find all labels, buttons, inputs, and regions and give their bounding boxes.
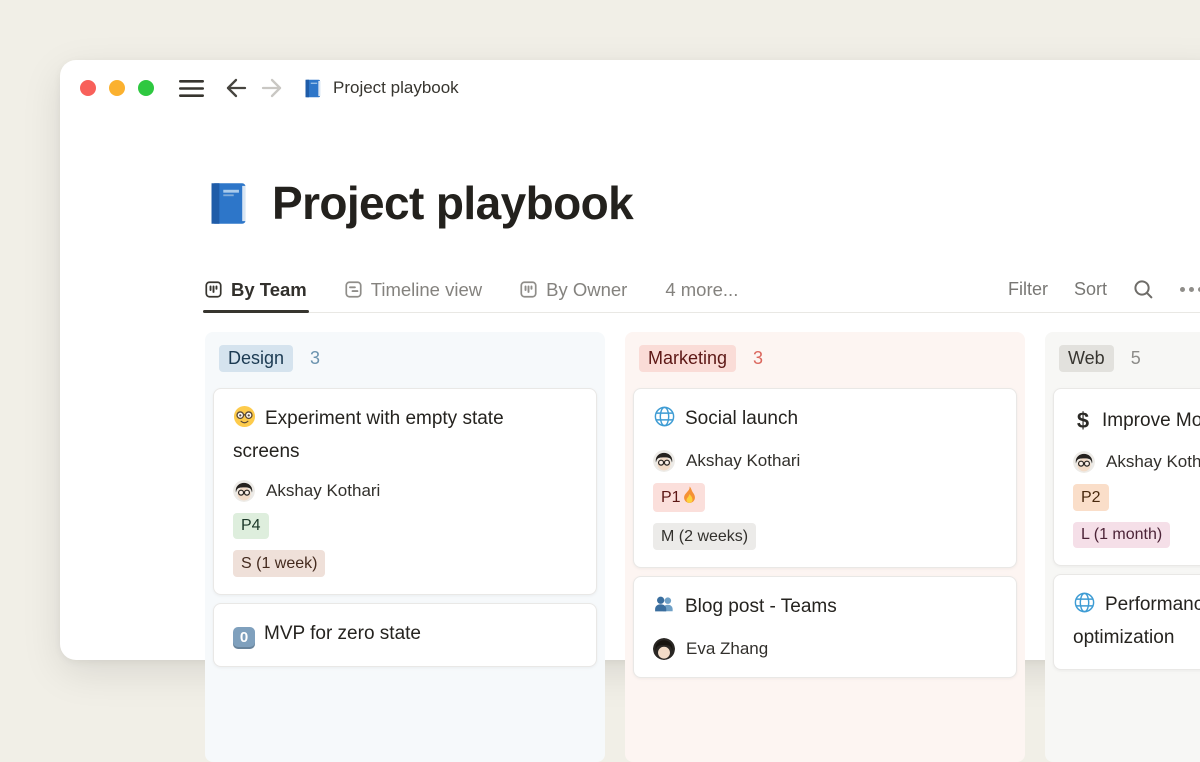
- column-name-pill: Marketing: [639, 345, 736, 372]
- filter-button[interactable]: Filter: [1008, 279, 1048, 300]
- page-title: Project playbook: [272, 176, 633, 230]
- size-tag: L (1 month): [1073, 522, 1170, 549]
- tab-label: Timeline view: [371, 279, 482, 301]
- zoom-window-button[interactable]: [138, 80, 154, 96]
- column-name-pill: Web: [1059, 345, 1114, 372]
- owner-name: Akshay Kothari: [1106, 452, 1200, 472]
- column-count: 3: [310, 348, 320, 369]
- avatar: [233, 480, 255, 502]
- board-view-icon: [520, 281, 537, 298]
- card-owner: Eva Zhang: [653, 638, 997, 660]
- column-web: Web 5 $Improve Mo: [1045, 332, 1200, 762]
- avatar: [653, 638, 675, 660]
- card-title: $Improve Mo: [1073, 404, 1200, 438]
- column-count: 5: [1131, 348, 1141, 369]
- view-controls: Filter Sort: [1008, 267, 1200, 312]
- sort-button[interactable]: Sort: [1074, 279, 1107, 300]
- close-window-button[interactable]: [80, 80, 96, 96]
- tab-timeline-view[interactable]: Timeline view: [345, 267, 482, 312]
- blue-book-icon: [302, 78, 323, 99]
- column-design: Design 3 Experim: [205, 332, 605, 762]
- tab-by-team[interactable]: By Team: [205, 267, 307, 312]
- priority-tag: P4: [233, 513, 269, 540]
- kanban-card[interactable]: Blog post - Teams Eva Zhang: [633, 576, 1017, 678]
- dollar-sign-icon: $: [1073, 404, 1093, 438]
- breadcrumb-doc-title[interactable]: Project playbook: [333, 78, 459, 98]
- size-tag: S (1 week): [233, 550, 325, 577]
- card-title: 0MVP for zero state: [233, 619, 577, 649]
- kanban-card[interactable]: Social launch Akshay Kothari: [633, 388, 1017, 567]
- priority-tag: P1: [653, 483, 705, 512]
- kanban-board: Design 3 Experim: [205, 332, 1200, 762]
- tab-label: 4 more...: [665, 279, 738, 301]
- card-title: Social launch: [653, 404, 997, 437]
- column-count: 3: [753, 348, 763, 369]
- column-header[interactable]: Web 5: [1053, 345, 1200, 372]
- card-owner: Akshay Kothari: [653, 450, 997, 472]
- blue-book-icon: [205, 180, 252, 227]
- card-title: Performance optimization: [1073, 590, 1200, 652]
- forward-arrow-icon[interactable]: [260, 77, 284, 99]
- owner-name: Akshay Kothari: [686, 451, 800, 471]
- minimize-window-button[interactable]: [109, 80, 125, 96]
- card-title: Experiment with empty state screens: [233, 404, 577, 466]
- app-window: Project playbook Project playbook: [60, 60, 1200, 660]
- tab-label: By Owner: [546, 279, 627, 301]
- nerd-face-icon: [233, 405, 256, 437]
- tab-more-views[interactable]: 4 more...: [665, 267, 738, 312]
- busts-icon: [653, 593, 676, 625]
- kanban-card[interactable]: Performance optimization: [1053, 574, 1200, 670]
- priority-tag: P2: [1073, 484, 1109, 511]
- kanban-card[interactable]: Experiment with empty state screens: [213, 388, 597, 594]
- tab-by-owner[interactable]: By Owner: [520, 267, 627, 312]
- page-header: Project playbook: [205, 176, 633, 230]
- view-tabs-bar: By Team Timeline view: [205, 267, 1200, 313]
- owner-name: Eva Zhang: [686, 639, 768, 659]
- search-icon[interactable]: [1133, 279, 1154, 300]
- card-title: Blog post - Teams: [653, 592, 997, 625]
- keycap-zero-icon: 0: [233, 627, 255, 649]
- page-background: { "titlebar": { "doc_title": "Project pl…: [0, 0, 1200, 630]
- more-options-icon[interactable]: [1180, 287, 1200, 292]
- kanban-card[interactable]: 0MVP for zero state: [213, 603, 597, 667]
- owner-name: Akshay Kothari: [266, 481, 380, 501]
- board-view-icon: [205, 281, 222, 298]
- back-arrow-icon[interactable]: [224, 77, 248, 99]
- card-owner: Akshay Kothari: [233, 480, 577, 502]
- globe-icon: [653, 405, 676, 437]
- tab-label: By Team: [231, 279, 307, 301]
- menu-icon[interactable]: [179, 79, 204, 98]
- timeline-view-icon: [345, 281, 362, 298]
- column-name-pill: Design: [219, 345, 293, 372]
- column-header[interactable]: Marketing 3: [633, 345, 1017, 372]
- globe-icon: [1073, 591, 1096, 623]
- card-owner: Akshay Kothari: [1073, 451, 1200, 473]
- column-header[interactable]: Design 3: [213, 345, 597, 372]
- column-marketing: Marketing 3 Social launch: [625, 332, 1025, 762]
- avatar: [653, 450, 675, 472]
- kanban-card[interactable]: $Improve Mo Akshay Kothari: [1053, 388, 1200, 566]
- size-tag: M (2 weeks): [653, 523, 756, 550]
- avatar: [1073, 451, 1095, 473]
- window-titlebar: Project playbook: [60, 60, 1200, 116]
- fire-icon: [682, 486, 697, 510]
